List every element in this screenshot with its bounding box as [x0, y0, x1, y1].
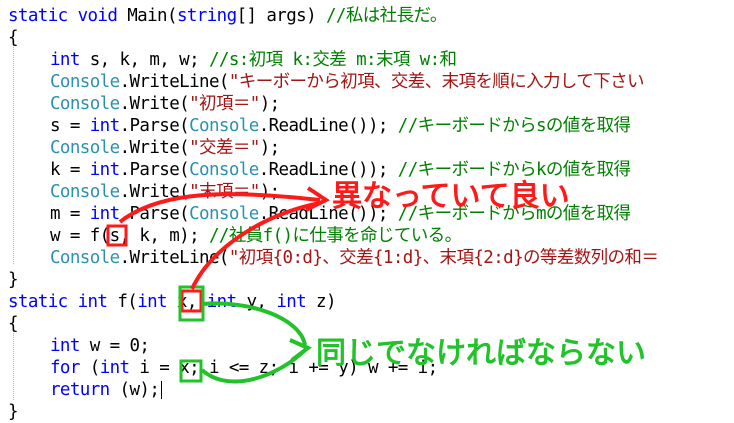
loop-variable-x: x — [179, 358, 190, 378]
code-line[interactable]: { — [8, 313, 19, 335]
code-line[interactable]: s = int.Parse(Console.ReadLine()); //キーボ… — [50, 115, 631, 137]
argument-s: s — [109, 226, 121, 246]
code-line[interactable]: static void Main(string[] args) //私は社長だ。 — [8, 5, 447, 27]
indent-guide — [13, 44, 14, 264]
code-line[interactable]: int w = 0; — [50, 335, 150, 357]
code-line[interactable]: Console.Write("初項＝"); — [50, 93, 280, 115]
code-line[interactable]: w = f(s, k, m); //社員f()に仕事を命じている。 — [50, 225, 462, 247]
code-line[interactable]: static int f(int x, int y, int z) — [8, 291, 337, 313]
code-line[interactable]: Console.WriteLine("初項{0:d}、交差{1:d}、末項{2:… — [50, 247, 659, 269]
code-line[interactable]: } — [8, 269, 19, 291]
text-cursor — [161, 381, 163, 399]
green-annotation-note: 同じでなければならない — [316, 336, 646, 371]
indent-guide — [13, 330, 14, 400]
code-line[interactable]: return (w); — [50, 379, 163, 401]
code-line[interactable]: int s, k, m, w; //s:初項 k:交差 m:末項 w:和 — [50, 49, 457, 71]
parameter-x: x — [176, 292, 188, 312]
code-line[interactable]: Console.Write("末項＝"); — [50, 181, 280, 203]
red-annotation-note: 異なっていて良い — [332, 179, 570, 214]
code-line[interactable]: Console.Write("交差＝"); — [50, 137, 280, 159]
code-line[interactable]: { — [8, 27, 19, 49]
code-line[interactable]: Console.WriteLine("キーボーから初項、交差、末項を順に入力して… — [50, 71, 644, 93]
code-line[interactable]: } — [8, 401, 19, 423]
